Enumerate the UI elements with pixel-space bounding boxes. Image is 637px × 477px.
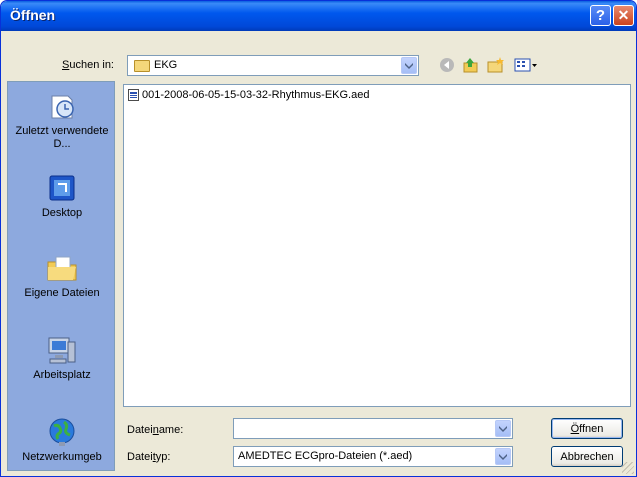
filetype-label: Dateityp: [127,451,171,463]
place-label: Zuletzt verwendete D... [15,125,109,150]
lookin-label: Suchen in: [62,59,114,71]
my-documents-icon [47,256,77,281]
title-bar[interactable]: Öffnen ? ✕ [1,1,636,31]
place-label: Arbeitsplatz [33,369,91,381]
resize-grip[interactable] [622,462,634,474]
place-desktop[interactable]: Desktop [8,172,116,220]
new-folder-button[interactable] [486,56,506,74]
view-menu-button[interactable] [513,56,539,74]
open-dialog: Öffnen ? ✕ Suchen in: EKG Zuletzt verwen… [0,0,637,477]
filetype-combo[interactable]: AMEDTEC ECGpro-Dateien (*.aed) [233,446,513,467]
lookin-value: EKG [154,59,178,71]
my-computer-icon [48,337,76,364]
network-icon [49,418,75,446]
file-list[interactable]: 001-2008-06-05-15-03-32-Rhythmus-EKG.aed [123,84,631,407]
desktop-icon [49,175,75,201]
close-button[interactable]: ✕ [613,5,634,26]
chevron-down-icon[interactable] [495,420,511,437]
up-folder-button[interactable] [461,56,481,74]
help-icon: ? [595,7,606,24]
places-bar: Zuletzt verwendete D... Desktop Eigene D… [7,81,115,471]
filename-label: Dateiname: [127,424,184,436]
place-network[interactable]: Netzwerkumgeb [8,416,116,464]
list-item[interactable]: 001-2008-06-05-15-03-32-Rhythmus-EKG.aed [128,89,369,101]
place-label: Eigene Dateien [24,287,100,299]
place-label: Netzwerkumgeb [22,451,102,463]
chevron-down-icon[interactable] [495,448,511,465]
place-recent[interactable]: Zuletzt verwendete D... [8,90,116,151]
recent-icon [51,95,74,119]
back-icon [440,58,454,72]
cancel-button[interactable]: Abbrechen [551,446,623,467]
filetype-value: AMEDTEC ECGpro-Dateien (*.aed) [238,450,413,462]
window-title: Öffnen [10,7,56,23]
place-label: Desktop [41,207,83,219]
view-menu-icon [514,58,537,72]
lookin-combo[interactable]: EKG [127,55,419,76]
open-button[interactable]: Öffnen [551,418,623,439]
new-folder-icon [487,57,504,73]
file-name: 001-2008-06-05-15-03-32-Rhythmus-EKG.aed [142,89,370,101]
file-icon [128,89,139,101]
place-my-computer[interactable]: Arbeitsplatz [8,334,116,382]
help-button[interactable]: ? [590,5,611,26]
chevron-down-icon[interactable] [401,57,417,74]
up-folder-icon [463,58,478,73]
folder-icon [134,60,150,72]
close-icon: ✕ [617,7,630,23]
filename-input[interactable] [233,418,513,439]
back-button[interactable] [437,56,457,74]
place-my-documents[interactable]: Eigene Dateien [8,252,116,300]
